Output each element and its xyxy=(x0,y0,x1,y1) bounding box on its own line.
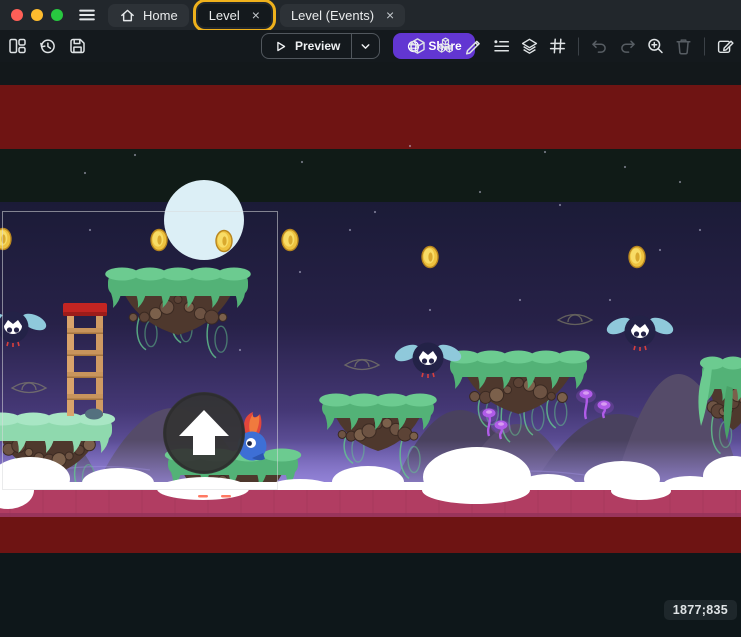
minimize-window-button[interactable] xyxy=(31,9,43,21)
toolbar: Preview Share xyxy=(0,30,741,62)
object-groups-icon[interactable] xyxy=(433,34,458,59)
coin[interactable] xyxy=(422,247,438,268)
panels-icon[interactable] xyxy=(5,34,30,59)
preview-button-main[interactable]: Preview xyxy=(262,34,351,58)
bottom-lava-band[interactable] xyxy=(0,517,741,553)
deep-sky-band xyxy=(0,149,741,202)
coin[interactable] xyxy=(629,247,645,268)
top-lava-wall[interactable] xyxy=(0,85,741,149)
play-icon xyxy=(273,39,288,54)
grid-icon[interactable] xyxy=(545,34,570,59)
tab-level[interactable]: Level × xyxy=(198,4,271,27)
history-icon[interactable] xyxy=(35,34,60,59)
coin[interactable] xyxy=(151,230,167,251)
hamburger-menu-icon[interactable] xyxy=(76,4,98,26)
tab-bar: Home Level × Level (Events) × xyxy=(108,0,405,30)
toolbar-divider xyxy=(578,37,579,55)
tab-label: Home xyxy=(143,8,178,23)
coin[interactable] xyxy=(216,231,232,252)
tab-home[interactable]: Home xyxy=(108,4,189,27)
preview-label: Preview xyxy=(295,39,340,53)
coin[interactable] xyxy=(0,229,11,250)
titlebar: Home Level × Level (Events) × xyxy=(0,0,741,30)
undo-icon[interactable] xyxy=(587,34,612,59)
zoom-in-icon[interactable] xyxy=(643,34,668,59)
app-window: Home Level × Level (Events) × xyxy=(0,0,741,637)
scene-editor-canvas[interactable] xyxy=(0,62,741,553)
chevron-down-icon xyxy=(359,40,372,53)
pen-icon[interactable] xyxy=(461,34,486,59)
tab-label: Level (Events) xyxy=(291,8,374,23)
coin[interactable] xyxy=(282,230,298,251)
toolbar-divider xyxy=(704,37,705,55)
cursor-coordinates-badge: 1877;835 xyxy=(664,600,737,620)
preview-dropdown-button[interactable] xyxy=(351,34,379,58)
trash-icon[interactable] xyxy=(671,34,696,59)
scene-svg xyxy=(0,62,741,553)
jump-touch-button[interactable] xyxy=(163,392,245,474)
editor-gap-band xyxy=(0,62,741,85)
preview-button[interactable]: Preview xyxy=(261,33,380,59)
objects-icon[interactable] xyxy=(405,34,430,59)
ember-mark xyxy=(221,495,231,498)
close-tab-icon[interactable]: × xyxy=(252,8,260,22)
close-window-button[interactable] xyxy=(11,9,23,21)
redo-icon[interactable] xyxy=(615,34,640,59)
close-tab-icon[interactable]: × xyxy=(386,8,394,22)
moon[interactable] xyxy=(164,180,244,260)
maximize-window-button[interactable] xyxy=(51,9,63,21)
traffic-lights xyxy=(11,9,63,21)
status-area: 1877;835 xyxy=(0,553,741,637)
tab-label: Level xyxy=(209,8,240,23)
home-icon xyxy=(119,7,136,24)
toolbar-left-group xyxy=(5,34,90,59)
ember-mark xyxy=(198,495,208,498)
instances-list-icon[interactable] xyxy=(489,34,514,59)
save-icon[interactable] xyxy=(65,34,90,59)
layers-icon[interactable] xyxy=(517,34,542,59)
tab-level-events[interactable]: Level (Events) × xyxy=(280,4,405,27)
toolbar-right-group xyxy=(405,34,738,59)
edit-scene-icon[interactable] xyxy=(713,34,738,59)
